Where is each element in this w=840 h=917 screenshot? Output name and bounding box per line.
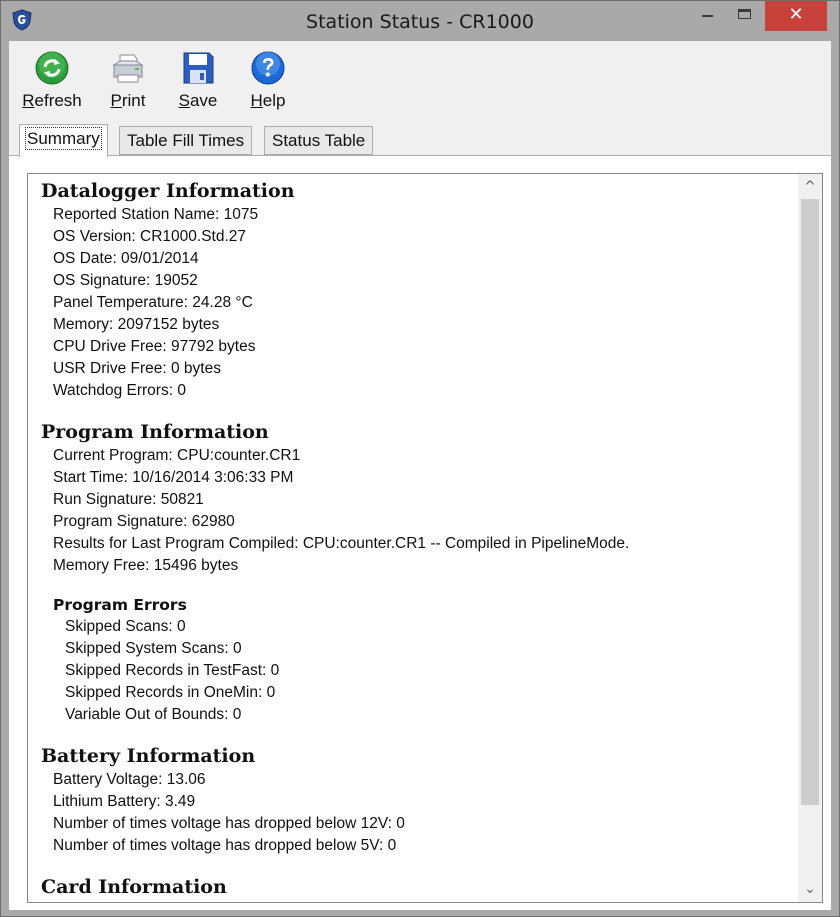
skipped-records-testfast-line: Skipped Records in TestFast: 0 — [65, 662, 280, 679]
title-bar[interactable]: Station Status - CR1000 ✕ — [1, 1, 839, 41]
save-button[interactable]: Save — [175, 51, 221, 111]
refresh-icon — [35, 51, 69, 85]
station-name-line: Reported Station Name: 1075 — [53, 206, 259, 223]
vertical-scrollbar[interactable]: ^ ⌄ — [798, 174, 822, 902]
memory-line: Memory: 2097152 bytes — [53, 316, 220, 333]
print-label: Print — [110, 91, 146, 110]
minimize-button[interactable] — [689, 1, 725, 31]
program-errors-heading: Program Errors — [53, 596, 187, 614]
datalogger-info-heading: Datalogger Information — [41, 180, 295, 202]
watchdog-errors-line: Watchdog Errors: 0 — [53, 382, 186, 399]
scroll-up-icon[interactable]: ^ — [798, 176, 822, 198]
help-button[interactable]: Help — [245, 51, 291, 111]
scrollbar-thumb[interactable] — [801, 199, 819, 805]
start-time-line: Start Time: 10/16/2014 3:06:33 PM — [53, 469, 294, 486]
tab-strip: Summary Table Fill Times Status Table — [9, 124, 831, 157]
variable-out-of-bounds-line: Variable Out of Bounds: 0 — [65, 706, 242, 723]
station-status-window: Station Status - CR1000 ✕ Refresh Print … — [0, 0, 840, 917]
close-button[interactable]: ✕ — [765, 1, 827, 31]
compile-results-line: Results for Last Program Compiled: CPU:c… — [53, 535, 630, 552]
usr-drive-free-line: USR Drive Free: 0 bytes — [53, 360, 221, 377]
cpu-drive-free-line: CPU Drive Free: 97792 bytes — [53, 338, 256, 355]
card-info-heading: Card Information — [41, 876, 227, 898]
os-date-line: OS Date: 09/01/2014 — [53, 250, 199, 267]
summary-panel: Datalogger Information Reported Station … — [9, 155, 831, 910]
toolbar: Refresh Print Save Help — [9, 41, 831, 119]
client-area: Refresh Print Save Help Summary Table Fi… — [9, 41, 831, 910]
tab-table-fill-times[interactable]: Table Fill Times — [119, 126, 253, 155]
summary-content: Datalogger Information Reported Station … — [41, 178, 791, 900]
print-button[interactable]: Print — [102, 51, 154, 111]
tab-summary[interactable]: Summary — [19, 124, 108, 157]
save-label: Save — [178, 91, 218, 110]
refresh-label: Refresh — [22, 91, 82, 110]
refresh-button[interactable]: Refresh — [20, 51, 84, 111]
tab-status-table[interactable]: Status Table — [264, 126, 374, 155]
run-signature-line: Run Signature: 50821 — [53, 491, 204, 508]
program-info-heading: Program Information — [41, 421, 269, 443]
program-signature-line: Program Signature: 62980 — [53, 513, 235, 530]
skipped-system-scans-line: Skipped System Scans: 0 — [65, 640, 242, 657]
maximize-button[interactable] — [727, 1, 763, 31]
battery-voltage-line: Battery Voltage: 13.06 — [53, 771, 206, 788]
save-icon — [183, 52, 214, 84]
skipped-records-onemin-line: Skipped Records in OneMin: 0 — [65, 684, 276, 701]
printer-icon — [112, 54, 144, 83]
current-program-line: Current Program: CPU:counter.CR1 — [53, 447, 301, 464]
scroll-down-icon[interactable]: ⌄ — [798, 878, 822, 900]
os-version-line: OS Version: CR1000.Std.27 — [53, 228, 247, 245]
voltage-drop-5v-line: Number of times voltage has dropped belo… — [53, 837, 397, 854]
help-icon — [251, 51, 285, 85]
os-signature-line: OS Signature: 19052 — [53, 272, 198, 289]
battery-info-heading: Battery Information — [41, 745, 256, 767]
voltage-drop-12v-line: Number of times voltage has dropped belo… — [53, 815, 405, 832]
memory-free-line: Memory Free: 15496 bytes — [53, 557, 239, 574]
lithium-battery-line: Lithium Battery: 3.49 — [53, 793, 196, 810]
panel-temperature-line: Panel Temperature: 24.28 °C — [53, 294, 253, 311]
skipped-scans-line: Skipped Scans: 0 — [65, 618, 186, 635]
summary-report[interactable]: Datalogger Information Reported Station … — [27, 173, 823, 903]
help-label: Help — [250, 91, 286, 110]
